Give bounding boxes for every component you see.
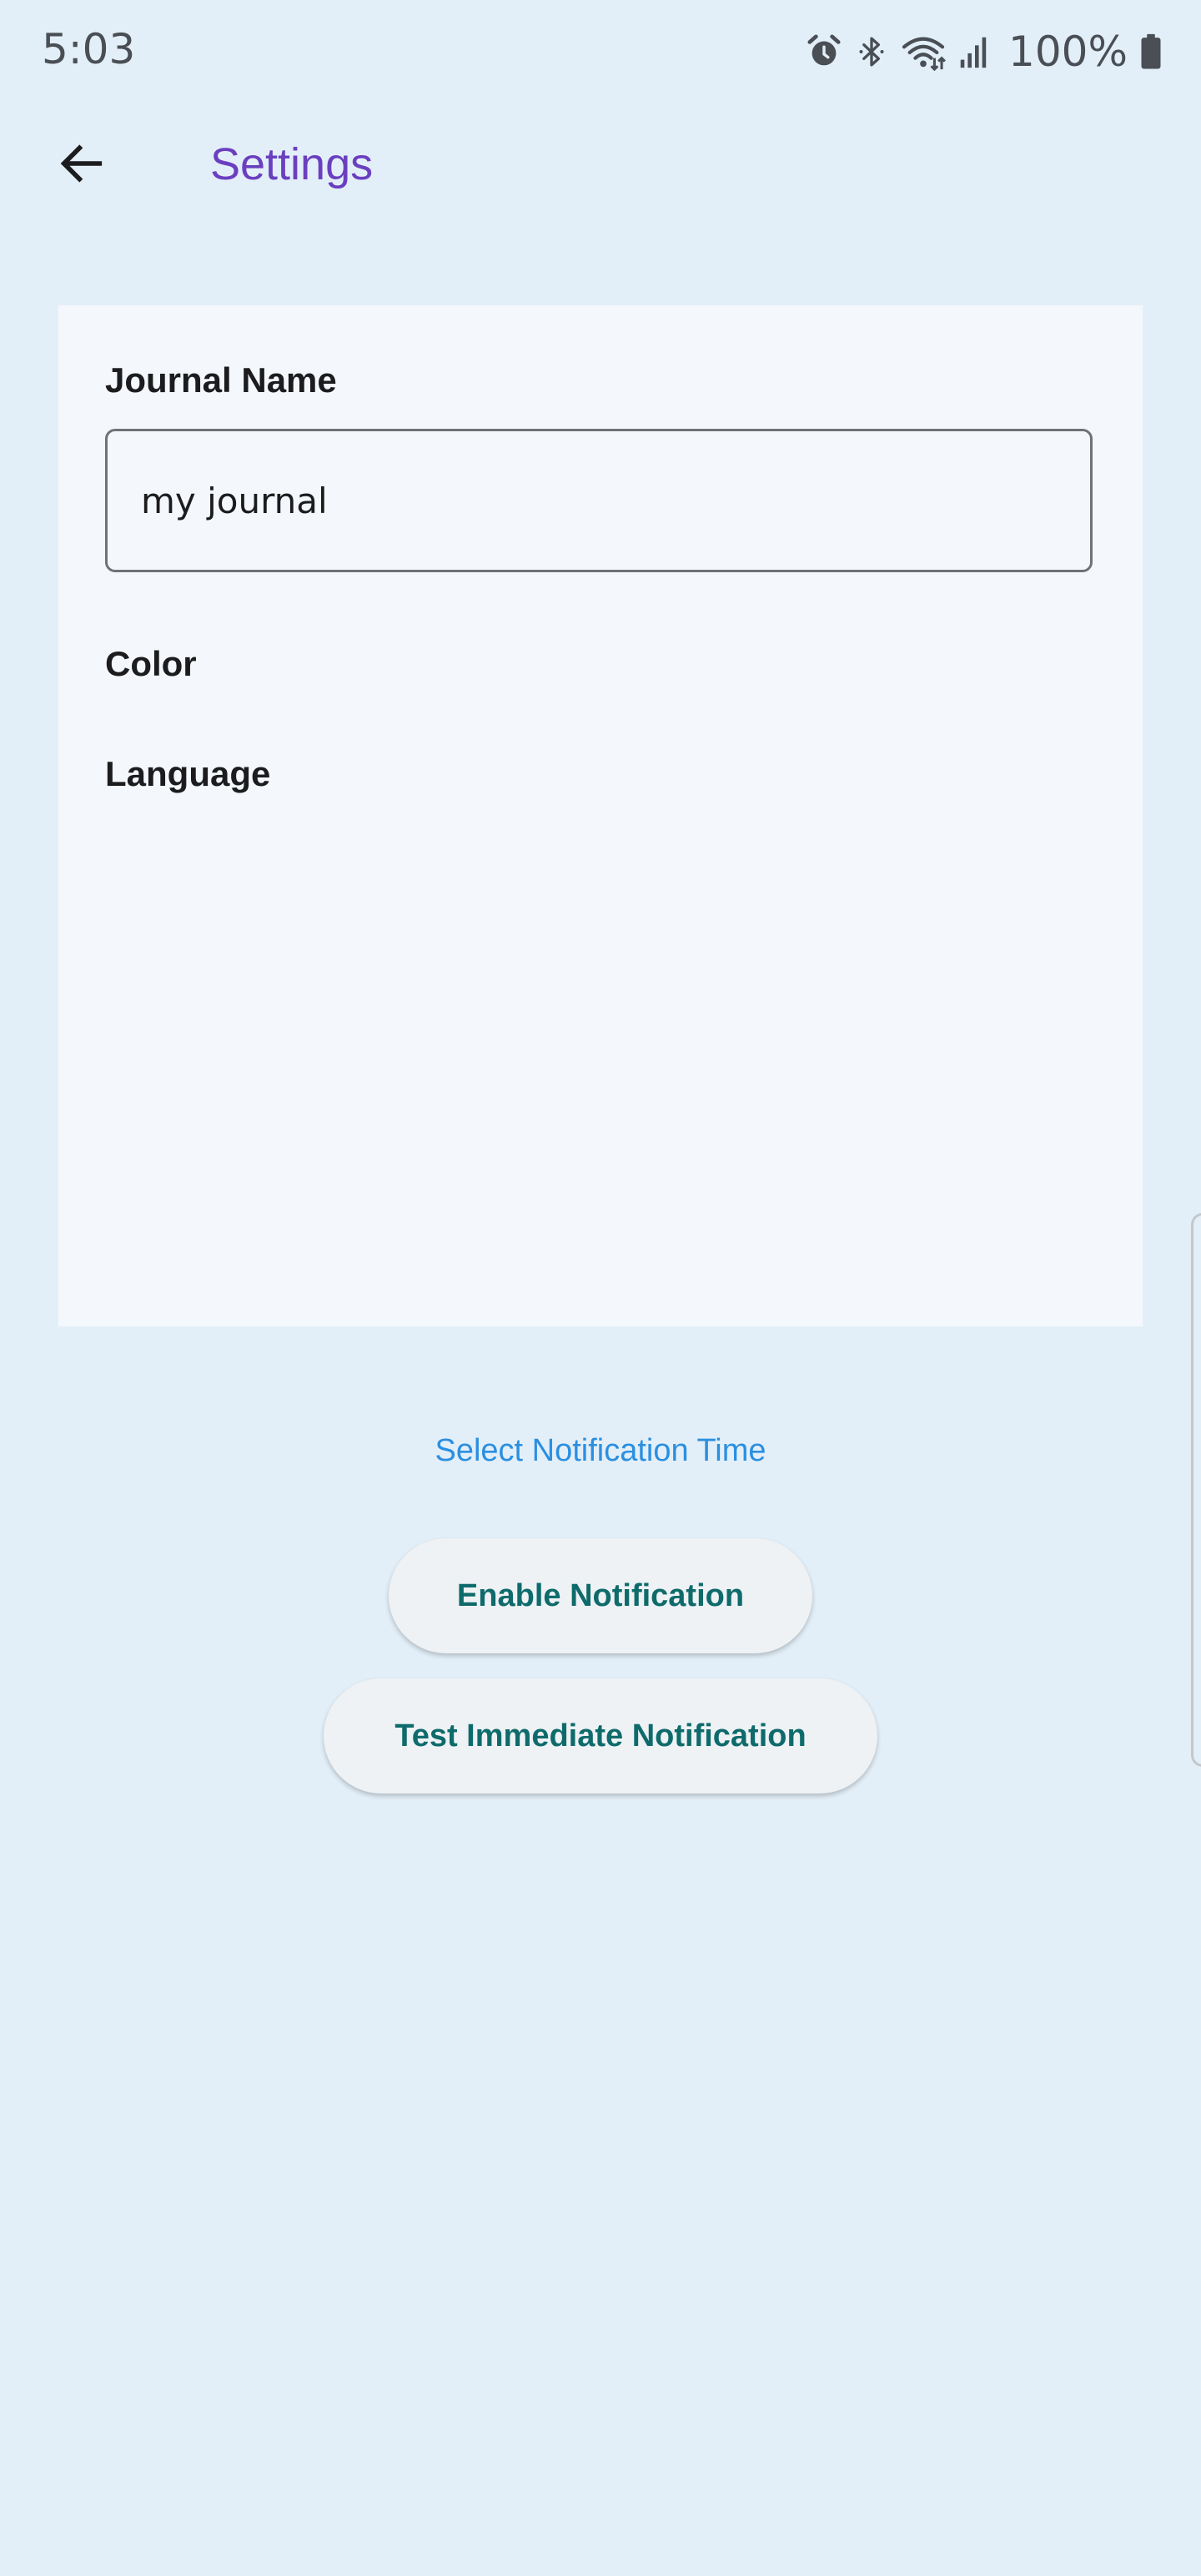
bluetooth-icon xyxy=(855,33,888,71)
wifi-icon xyxy=(900,33,947,71)
back-button[interactable] xyxy=(42,125,122,205)
arrow-back-icon xyxy=(55,137,108,194)
journal-name-label: Journal Name xyxy=(105,360,337,400)
journal-name-input[interactable] xyxy=(105,429,1093,572)
language-label: Language xyxy=(105,754,271,793)
alarm-icon xyxy=(805,33,843,71)
enable-notification-button[interactable]: Enable Notification xyxy=(389,1538,812,1653)
settings-card: Journal Name Color Language xyxy=(58,305,1143,1326)
status-bar: 5:03 100% xyxy=(0,0,1201,105)
color-label: Color xyxy=(105,644,197,683)
edge-panel-handle[interactable] xyxy=(1191,1213,1201,1767)
test-immediate-notification-button[interactable]: Test Immediate Notification xyxy=(324,1678,877,1794)
signal-icon xyxy=(958,33,992,71)
battery-percent: 100% xyxy=(1008,28,1128,76)
status-time: 5:03 xyxy=(42,25,136,73)
page-title: Settings xyxy=(210,139,374,189)
battery-icon xyxy=(1139,33,1163,71)
select-notification-time-button[interactable]: Select Notification Time xyxy=(0,1433,1201,1469)
status-icons: 100% xyxy=(805,25,1163,78)
app-bar: Settings xyxy=(0,105,1201,227)
